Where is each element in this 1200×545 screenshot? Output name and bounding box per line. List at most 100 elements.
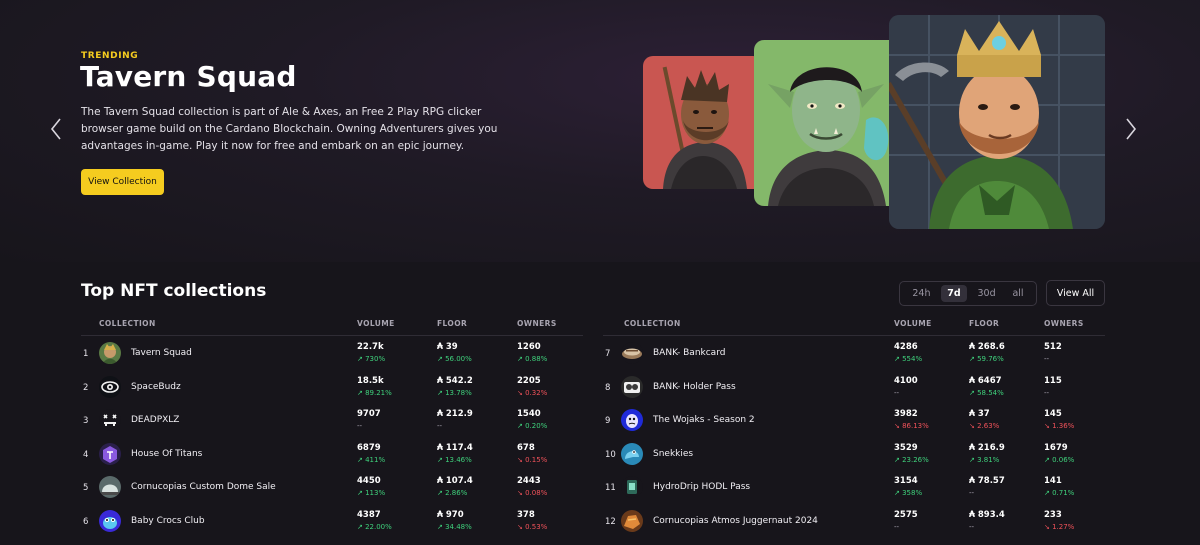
table-row[interactable]: 8 BANK- Holder Pass 4100 -- ₳ 6467 ↗ 58.54% 11… xyxy=(603,370,1105,404)
table-row[interactable]: 2 SpaceBudz 18.5k ↗ 89.21% ₳ 542.2 ↗ 13.78% 22… xyxy=(81,370,583,404)
floor-value: ₳ 216.9 xyxy=(969,442,1005,453)
volume-value: 4286 xyxy=(894,342,918,352)
volume-value: 4100 xyxy=(894,375,918,386)
chevron-left-icon xyxy=(50,118,61,140)
wojaks-avatar xyxy=(621,409,643,432)
collection-name[interactable]: Baby Crocs Club xyxy=(131,516,205,526)
collection-name[interactable]: Cornucopias Custom Dome Sale xyxy=(131,482,276,492)
collection-name[interactable]: HydroDrip HODL Pass xyxy=(653,482,750,492)
holder-pass-avatar xyxy=(621,375,643,398)
owners-value: 1260 xyxy=(517,342,541,352)
period-30d[interactable]: 30d xyxy=(972,285,1002,302)
volume-value: 9707 xyxy=(357,409,381,420)
floor-value: ₳ 970 xyxy=(437,509,464,520)
column-collection: COLLECTION xyxy=(99,319,156,328)
collections-table-left: COLLECTION VOLUME FLOOR OWNERS 1 Tavern S… xyxy=(81,315,583,538)
table-header: COLLECTION VOLUME FLOOR OWNERS xyxy=(603,315,1105,336)
volume-change: -- xyxy=(357,422,363,431)
column-collection: COLLECTION xyxy=(624,319,681,328)
snekkies-avatar xyxy=(621,442,643,465)
volume-change: ↗ 23.26% xyxy=(894,455,929,464)
collection-name[interactable]: The Wojaks - Season 2 xyxy=(653,415,755,425)
hero-title: Tavern Squad xyxy=(80,60,297,93)
table-row[interactable]: 1 Tavern Squad 22.7k ↗ 730% ₳ 39 ↗ 56.00% 1260… xyxy=(81,336,583,370)
table-row[interactable]: 9 The Wojaks - Season 2 3982 ↘ 86.13% ₳ 37 ↘ … xyxy=(603,403,1105,437)
hero-description: The Tavern Squad collection is part of A… xyxy=(81,106,498,152)
tavern-squad-avatar xyxy=(99,342,121,364)
floor-change: -- xyxy=(969,489,975,498)
collection-name[interactable]: House Of Titans xyxy=(131,449,202,459)
floor-value: ₳ 6467 xyxy=(969,375,1002,386)
owners-value: 1540 xyxy=(517,409,541,420)
rank-number: 3 xyxy=(83,416,89,427)
collection-name[interactable]: Cornucopias Atmos Juggernaut 2024 xyxy=(653,516,818,526)
period-7d[interactable]: 7d xyxy=(941,285,967,302)
volume-value: 22.7k xyxy=(357,342,384,352)
volume-value: 18.5k xyxy=(357,375,384,386)
volume-value: 3529 xyxy=(894,442,918,453)
period-24h[interactable]: 24h xyxy=(906,285,936,302)
floor-value: ₳ 268.6 xyxy=(969,342,1005,352)
table-row[interactable]: 11 HydroDrip HODL Pass 3154 ↗ 358% ₳ 78.57 --… xyxy=(603,470,1105,504)
column-floor: FLOOR xyxy=(969,319,1000,328)
floor-value: ₳ 37 xyxy=(969,409,990,420)
carousel-next-button[interactable] xyxy=(1121,116,1141,142)
volume-value: 3982 xyxy=(894,409,918,420)
rank-number: 1 xyxy=(83,349,89,359)
owners-value: 378 xyxy=(517,509,535,520)
volume-change: ↗ 113% xyxy=(357,489,386,498)
view-collection-button[interactable]: View Collection xyxy=(81,169,164,195)
king-portrait-image xyxy=(889,15,1105,229)
collage-card-orc[interactable] xyxy=(754,40,900,206)
spacebudz-eye-avatar xyxy=(99,375,121,398)
volume-value: 6879 xyxy=(357,442,381,453)
hydrodrip-avatar xyxy=(621,476,643,499)
floor-value: ₳ 107.4 xyxy=(437,476,473,487)
table-row[interactable]: 6 Baby Crocs Club 4387 ↗ 22.00% ₳ 970 ↗ 34.48… xyxy=(81,504,583,538)
table-row[interactable]: 7 BANK- Bankcard 4286 ↗ 554% ₳ 268.6 ↗ 59.76%… xyxy=(603,336,1105,370)
table-row[interactable]: 12 Cornucopias Atmos Juggernaut 2024 2575 -… xyxy=(603,504,1105,538)
column-volume: VOLUME xyxy=(894,319,932,328)
volume-change: -- xyxy=(894,522,900,531)
collection-name[interactable]: Tavern Squad xyxy=(131,348,192,358)
carousel-prev-button[interactable] xyxy=(46,116,66,142)
floor-value: ₳ 212.9 xyxy=(437,409,473,420)
collection-name[interactable]: DEADPXLZ xyxy=(131,415,179,425)
floor-change: ↗ 13.46% xyxy=(437,455,472,464)
warrior-portrait-image xyxy=(643,56,763,189)
owners-value: 141 xyxy=(1044,476,1062,487)
volume-value: 4387 xyxy=(357,509,381,520)
rank-number: 5 xyxy=(83,483,89,494)
collection-name[interactable]: BANK- Holder Pass xyxy=(653,382,736,392)
cornucopias-dome-avatar xyxy=(99,476,121,499)
collage-card-warrior[interactable] xyxy=(643,56,763,189)
table-row[interactable]: 4 House Of Titans 6879 ↗ 411% ₳ 117.4 ↗ 13.46… xyxy=(81,437,583,471)
rank-number: 2 xyxy=(83,382,89,393)
owners-change: ↗ 0.06% xyxy=(1044,455,1075,464)
volume-value: 4450 xyxy=(357,476,381,487)
owners-value: 2443 xyxy=(517,476,541,487)
owners-value: 145 xyxy=(1044,409,1062,420)
table-row[interactable]: 5 Cornucopias Custom Dome Sale 4450 ↗ 113% ₳… xyxy=(81,470,583,504)
table-row[interactable]: 10 Snekkies 3529 ↗ 23.26% ₳ 216.9 ↗ 3.81% 1679… xyxy=(603,437,1105,471)
floor-value: ₳ 117.4 xyxy=(437,442,473,453)
collection-name[interactable]: Snekkies xyxy=(653,449,693,459)
owners-change: ↘ 1.27% xyxy=(1044,522,1075,531)
collection-name[interactable]: SpaceBudz xyxy=(131,382,181,392)
floor-value: ₳ 39 xyxy=(437,342,458,352)
rank-number: 9 xyxy=(605,416,611,427)
floor-change: ↗ 56.00% xyxy=(437,355,472,363)
collection-name[interactable]: BANK- Bankcard xyxy=(653,348,725,358)
owners-change: ↘ 0.32% xyxy=(517,388,548,397)
table-row[interactable]: 3 DEADPXLZ 9707 -- ₳ 212.9 -- 1540 ↗ 0.20% xyxy=(81,403,583,437)
owners-change: ↗ 0.20% xyxy=(517,422,548,431)
rank-number: 11 xyxy=(605,483,616,494)
rank-number: 10 xyxy=(605,449,616,460)
collage-card-king[interactable] xyxy=(889,15,1105,229)
volume-value: 3154 xyxy=(894,476,918,487)
period-all[interactable]: all xyxy=(1006,285,1029,302)
view-all-button[interactable]: View All xyxy=(1046,280,1105,306)
collections-table-right: COLLECTION VOLUME FLOOR OWNERS 7 BANK- Ba… xyxy=(603,315,1105,538)
volume-change: -- xyxy=(894,388,900,397)
owners-value: 233 xyxy=(1044,509,1062,520)
